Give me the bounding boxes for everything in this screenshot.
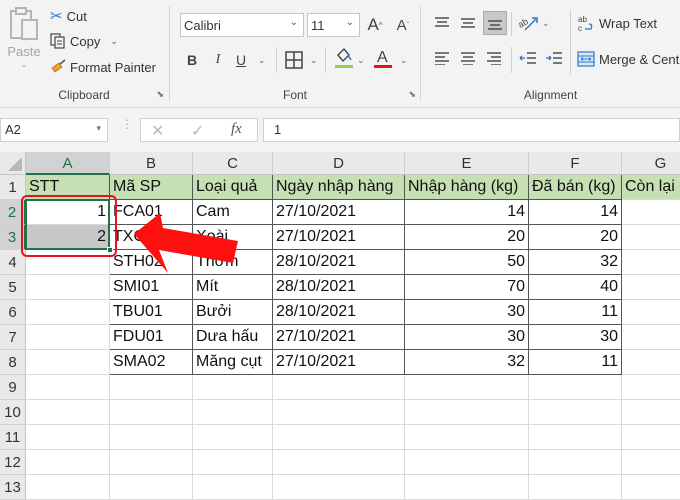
arrow-annotation <box>134 213 238 273</box>
arrow-icon <box>134 213 238 273</box>
